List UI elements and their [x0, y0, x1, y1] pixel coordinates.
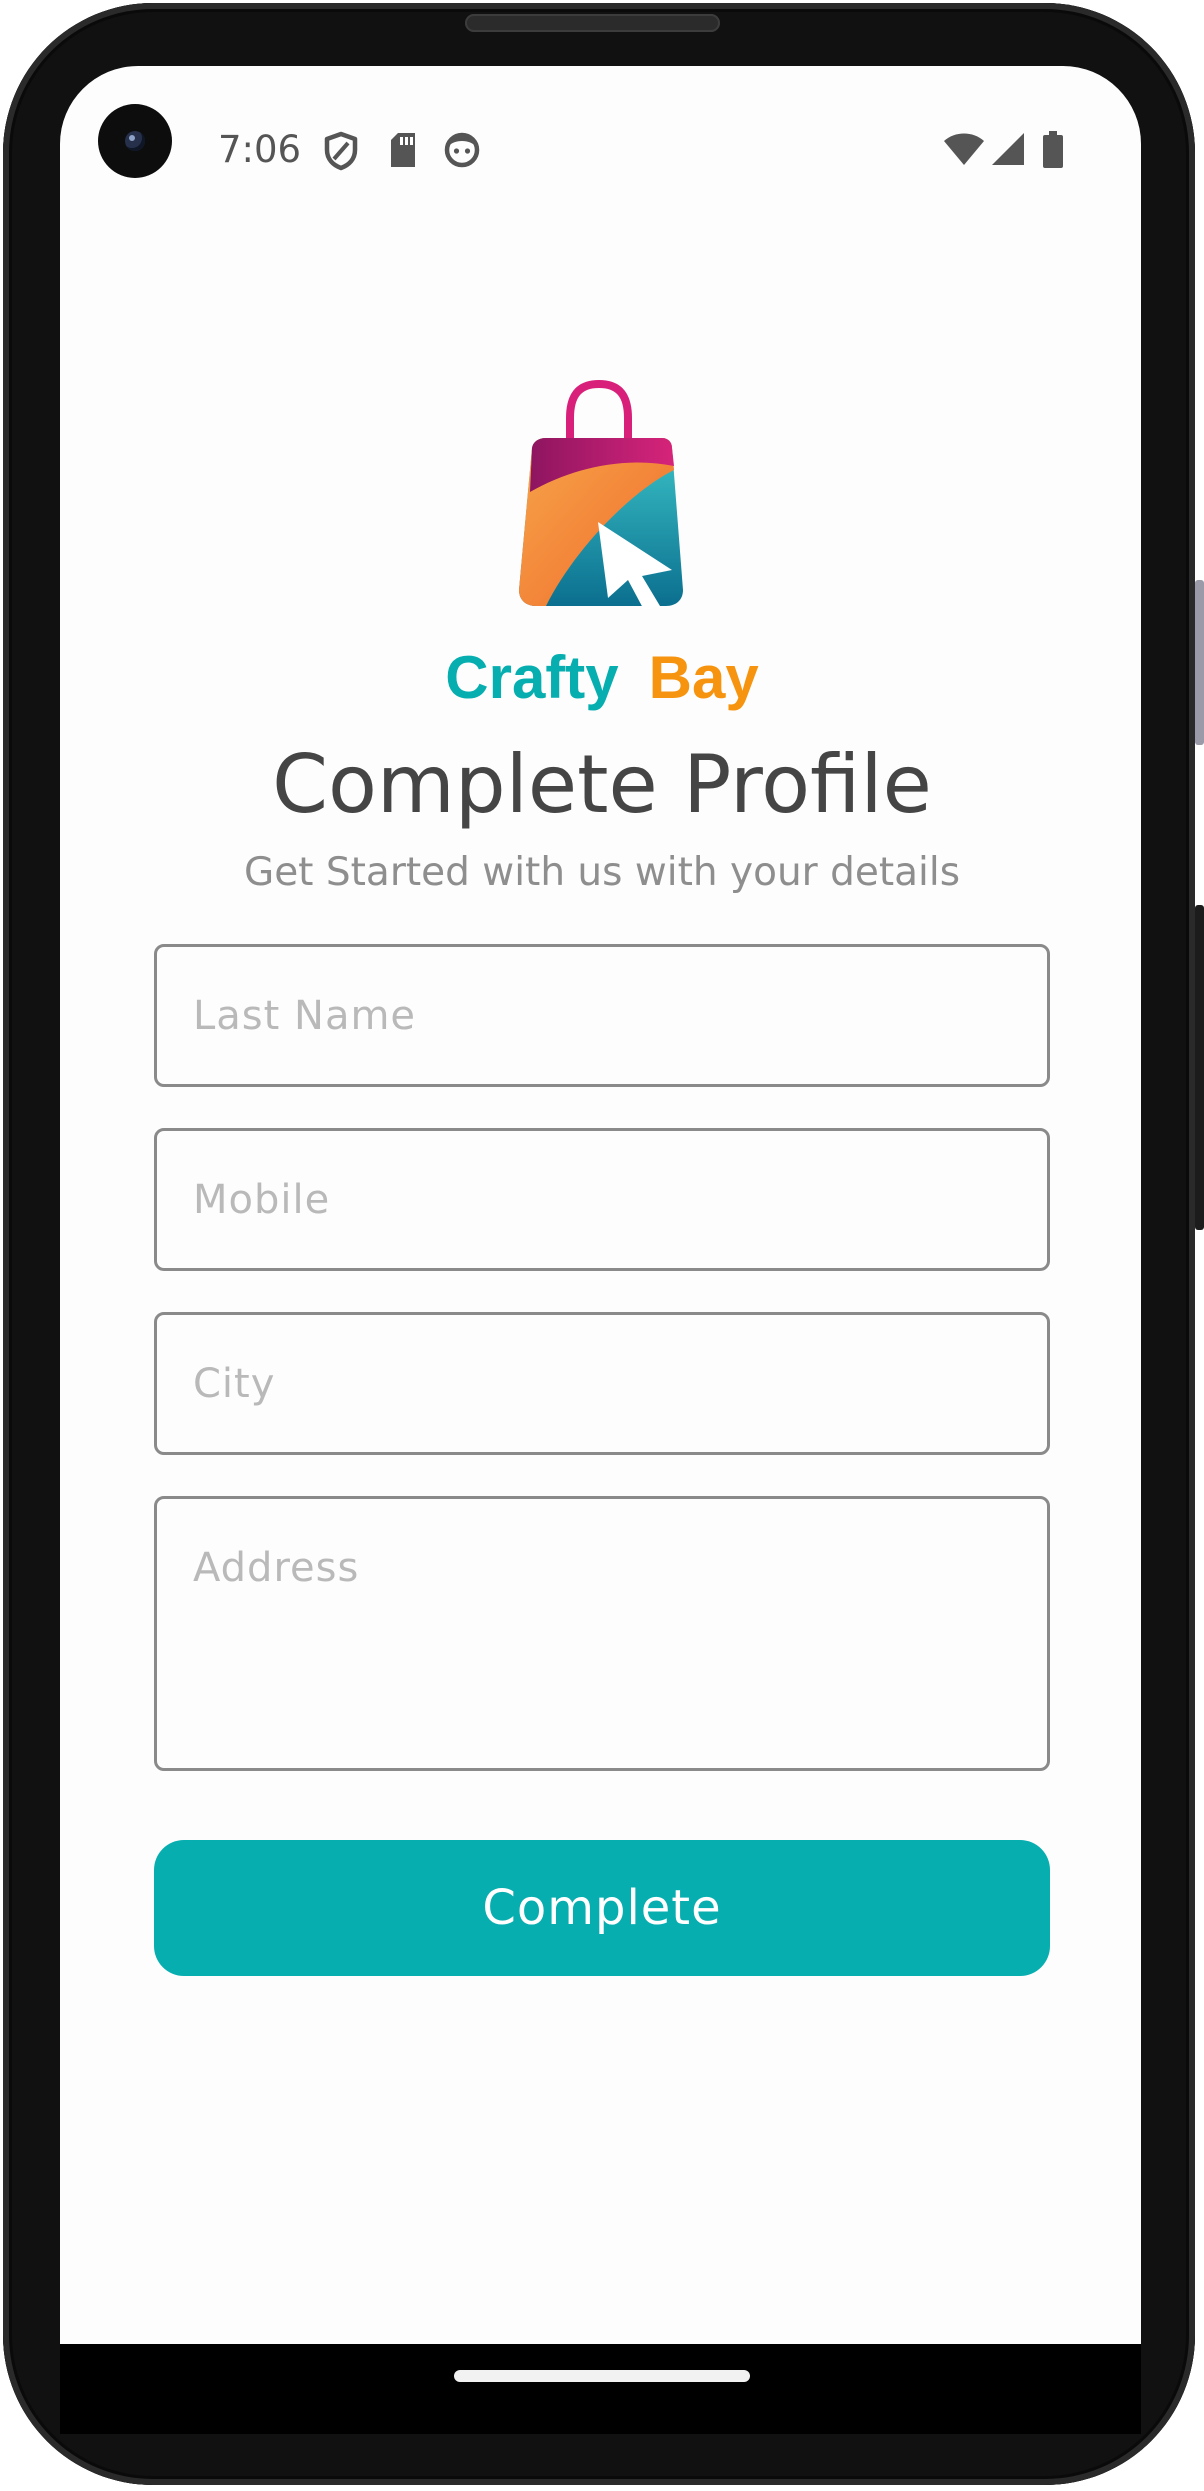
sd-card-icon: [391, 133, 415, 167]
shopping-bag-cursor-icon: [519, 380, 683, 610]
city-input[interactable]: [154, 1312, 1050, 1455]
brand-word-crafty: Crafty: [445, 644, 619, 711]
address-input[interactable]: [154, 1496, 1050, 1771]
last-name-input[interactable]: [154, 944, 1050, 1087]
earpiece-speaker: [465, 14, 720, 32]
status-time: 7:06: [218, 128, 302, 171]
home-gesture-bar[interactable]: [454, 2370, 750, 2382]
phone-device: 7:06 Crafty Bay Complete Profile Get Sta…: [0, 0, 1204, 2491]
face-icon: [444, 132, 480, 168]
shield-icon: [324, 131, 358, 171]
brand-name: Crafty Bay: [0, 640, 1204, 716]
mobile-input[interactable]: [154, 1128, 1050, 1271]
cellular-signal-icon: [992, 133, 1024, 165]
battery-icon: [1043, 131, 1063, 168]
power-button: [1195, 905, 1204, 1230]
brand-word-bay: Bay: [648, 644, 759, 711]
complete-button[interactable]: Complete: [154, 1840, 1050, 1976]
page-title: Complete Profile: [272, 738, 932, 831]
navigation-bar: [60, 2344, 1141, 2434]
front-camera: [98, 104, 172, 178]
page-subtitle: Get Started with us with your details: [243, 850, 961, 895]
wifi-icon: [944, 133, 984, 165]
